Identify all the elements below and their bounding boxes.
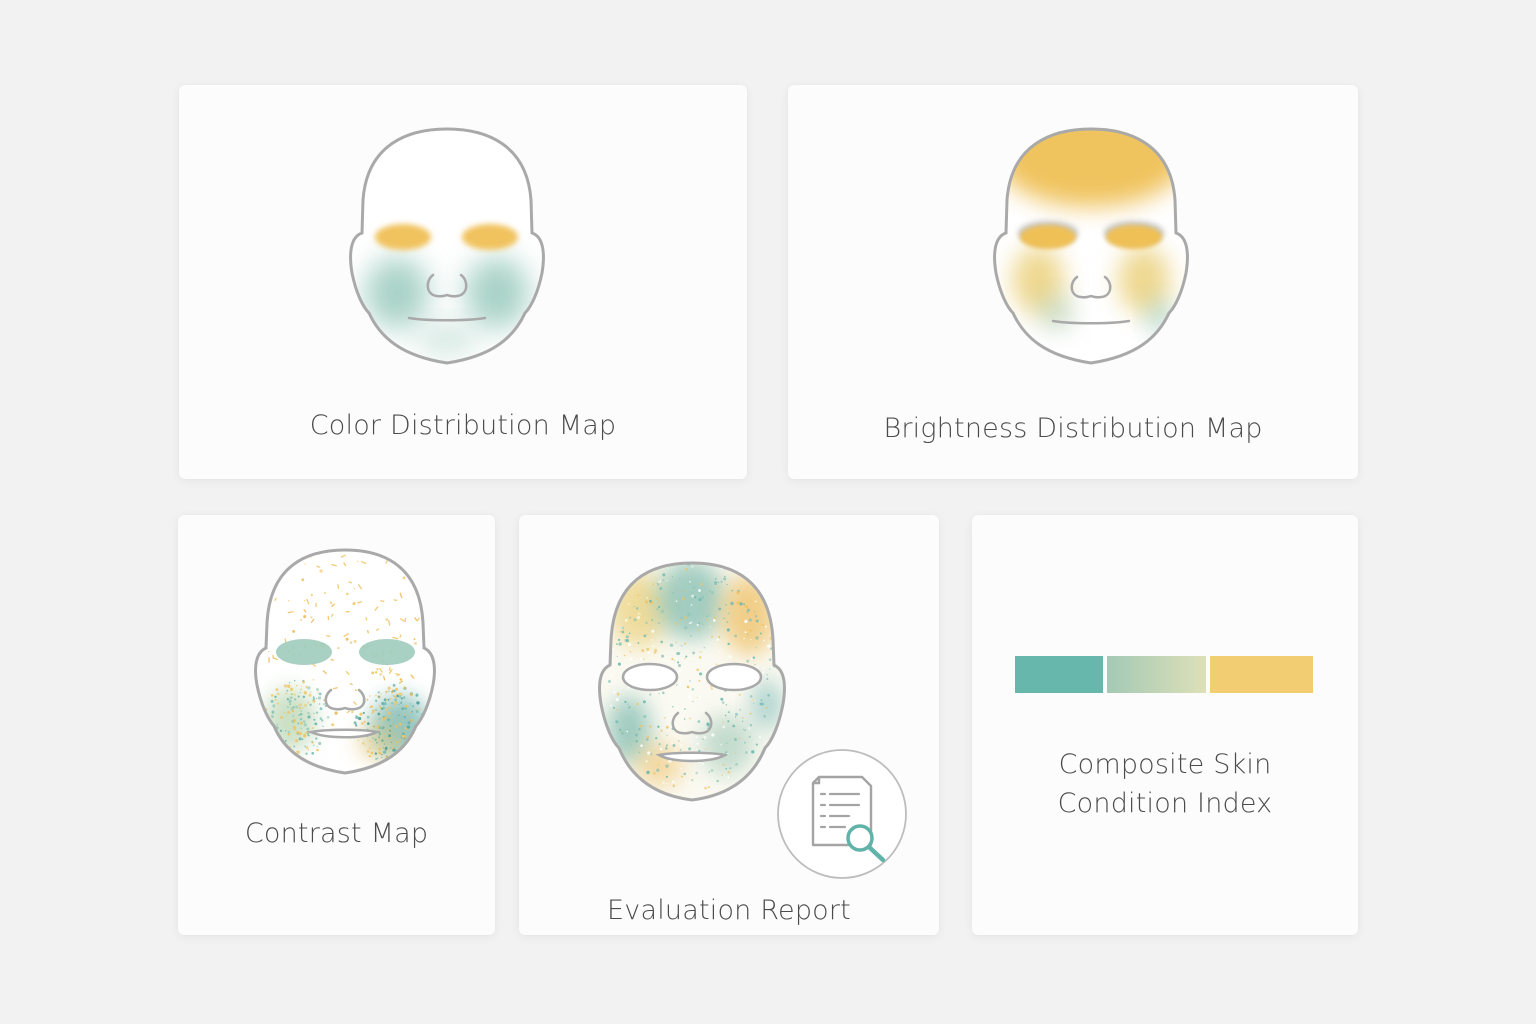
card-title: Color Distribution Map <box>309 410 617 441</box>
right-eye-outline <box>705 662 763 692</box>
left-eye-bright-zone <box>1020 225 1076 249</box>
mouth-outline <box>655 751 729 763</box>
right-eye-teal-zone <box>359 639 415 665</box>
canvas: Color Distribution Map Brightness Distri… <box>0 0 1536 1024</box>
left-eye-outline <box>621 662 679 692</box>
index-color-scale <box>1015 656 1313 693</box>
card-brightness-distribution-map: Brightness Distribution Map <box>788 85 1358 479</box>
scale-segment-yellow <box>1210 656 1313 693</box>
document-search-icon[interactable] <box>777 749 907 879</box>
card-title: Contrast Map <box>244 818 429 849</box>
right-eye-bright-zone <box>1106 225 1162 249</box>
right-eye-yellow-zone <box>462 224 518 250</box>
card-color-distribution-map: Color Distribution Map <box>179 85 747 479</box>
mouth-outline <box>306 728 381 739</box>
forehead-teal-zone <box>657 563 725 640</box>
scale-segment-teal <box>1015 656 1103 693</box>
contrast-face-illustration <box>254 548 436 775</box>
evaluation-face-illustration <box>598 561 907 879</box>
card-title-line-2: Condition Index <box>1057 788 1273 819</box>
left-eye-yellow-zone <box>375 224 431 250</box>
card-contrast-map: Contrast Map <box>178 515 495 935</box>
card-composite-skin-condition-index: Composite Skin Condition Index <box>972 515 1358 935</box>
scale-segment-gradient <box>1107 656 1206 693</box>
card-title-line-1: Composite Skin <box>1058 749 1272 780</box>
card-title: Composite Skin Condition Index <box>972 745 1358 823</box>
forehead-bright-zone <box>996 129 1186 207</box>
card-title: Evaluation Report <box>607 895 851 926</box>
card-title: Brightness Distribution Map <box>883 413 1263 444</box>
left-eye-teal-zone <box>276 639 332 665</box>
card-evaluation-report: Evaluation Report <box>519 515 939 935</box>
